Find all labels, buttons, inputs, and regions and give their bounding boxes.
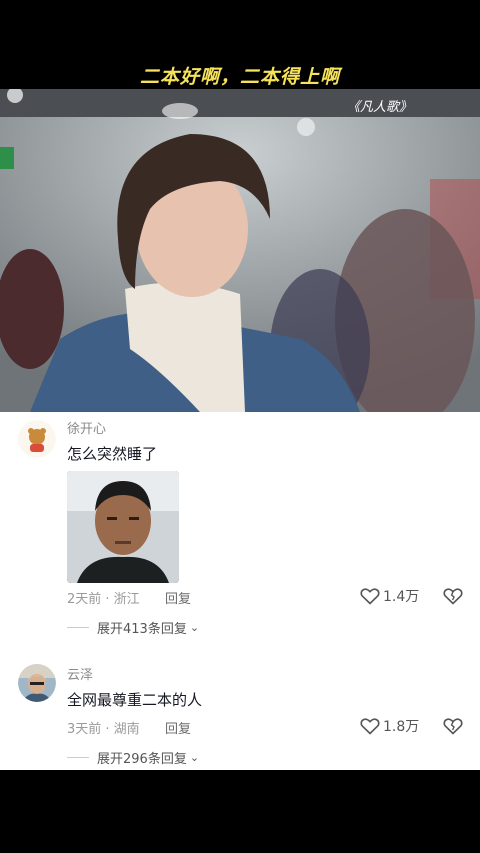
video-player[interactable]: 《凡人歌》 — [0, 89, 480, 412]
dislike-button[interactable] — [443, 717, 463, 739]
avatar-image — [18, 420, 56, 458]
video-caption: 二本好啊，二本得上啊 — [139, 66, 340, 88]
sticker-photo — [67, 471, 179, 583]
comment-text: 怎么突然睡了 — [67, 445, 158, 463]
video-frame — [0, 89, 480, 412]
avatar-image — [18, 664, 56, 702]
expand-replies-button[interactable]: 展开413条回复 ⌄ — [67, 618, 199, 637]
like-button[interactable]: 1.4万 — [360, 586, 419, 606]
dislike-heart-icon — [443, 718, 463, 735]
comment-username[interactable]: 云泽 — [67, 664, 93, 683]
chevron-down-icon: ⌄ — [189, 621, 200, 634]
show-title-tag: 《凡人歌》 — [346, 100, 412, 115]
like-count: 1.4万 — [383, 589, 420, 605]
avatar[interactable] — [18, 664, 56, 702]
dislike-heart-icon — [443, 588, 463, 605]
avatar[interactable] — [18, 420, 56, 458]
comment-meta: 3天前 · 湖南 — [67, 722, 140, 737]
dislike-button[interactable] — [443, 587, 463, 609]
expand-replies-label: 展开296条回复 — [97, 752, 187, 767]
comment-text: 全网最尊重二本的人 — [67, 691, 203, 709]
comment-list: 徐开心 怎么突然睡了 2天前 · 浙江 回复 1.4万 展开413条回复 ⌄ 云… — [0, 412, 480, 770]
comment-sticker-image[interactable] — [67, 471, 179, 583]
divider-line — [67, 757, 89, 758]
divider-line — [67, 627, 89, 628]
like-button[interactable]: 1.8万 — [360, 716, 419, 736]
heart-icon — [360, 588, 380, 605]
reply-button[interactable]: 回复 — [165, 588, 191, 607]
chevron-down-icon: ⌄ — [189, 751, 200, 764]
comment-meta: 2天前 · 浙江 — [67, 592, 140, 607]
bottom-black-area — [0, 770, 480, 853]
expand-replies-button[interactable]: 展开296条回复 ⌄ — [67, 748, 199, 767]
reply-button[interactable]: 回复 — [165, 718, 191, 737]
heart-icon — [360, 718, 380, 735]
like-count: 1.8万 — [383, 719, 420, 735]
comment-username[interactable]: 徐开心 — [67, 418, 106, 437]
expand-replies-label: 展开413条回复 — [97, 622, 187, 637]
